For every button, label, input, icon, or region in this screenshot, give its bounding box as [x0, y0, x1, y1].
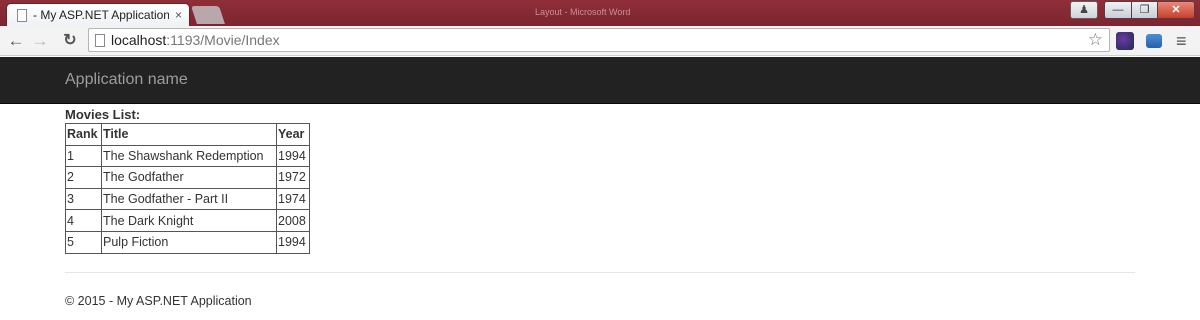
profile-icon[interactable]: ♟	[1070, 1, 1098, 19]
cell-title: The Dark Knight	[101, 209, 277, 232]
page-icon	[95, 33, 105, 47]
cell-year: 1994	[276, 144, 310, 168]
cell-year: 1994	[276, 230, 310, 254]
app-brand-link[interactable]: Application name	[65, 71, 188, 89]
cell-title: The Godfather	[101, 166, 277, 189]
cell-rank: 5	[65, 230, 102, 254]
column-header-title: Title	[101, 123, 277, 146]
url-host: localhost	[111, 32, 167, 48]
new-tab-button[interactable]	[191, 6, 225, 24]
back-arrow-icon[interactable]: ←	[6, 30, 26, 52]
bookmark-star-icon[interactable]: ☆	[1088, 30, 1103, 50]
reload-icon[interactable]: ↻	[60, 30, 80, 52]
browser-title-bar: - My ASP.NET Application × Layout - Micr…	[0, 0, 1200, 26]
url-path: :1193/Movie/Index	[166, 32, 280, 48]
cell-title: The Godfather - Part II	[101, 187, 277, 211]
cell-year: 1972	[276, 166, 310, 189]
close-tab-icon[interactable]: ×	[175, 8, 182, 22]
movies-table: Rank Title Year 1 The Shawshank Redempti…	[65, 123, 310, 254]
site-navbar: Application name	[0, 57, 1200, 104]
browser-tab[interactable]: - My ASP.NET Application ×	[6, 3, 190, 26]
table-header-row: Rank Title Year	[65, 123, 310, 146]
table-row: 5 Pulp Fiction 1994	[65, 230, 310, 254]
table-row: 2 The Godfather 1972	[65, 166, 310, 189]
cell-rank: 2	[65, 166, 102, 189]
table-row: 1 The Shawshank Redemption 1994	[65, 144, 310, 168]
footer-divider	[65, 272, 1135, 273]
close-window-button[interactable]: ✕	[1157, 1, 1195, 19]
column-header-year: Year	[276, 123, 310, 146]
main-content: Movies List: Rank Title Year 1 The Shaws…	[65, 106, 310, 254]
extension-icon[interactable]	[1146, 34, 1162, 48]
address-bar[interactable]: localhost :1193/Movie/Index ☆	[88, 28, 1110, 52]
forward-arrow-icon[interactable]: →	[30, 30, 50, 52]
window-title: Layout - Microsoft Word	[535, 7, 631, 17]
extension-icon[interactable]	[1116, 32, 1134, 50]
menu-icon[interactable]: ≡	[1176, 30, 1187, 52]
cell-year: 1974	[276, 187, 310, 211]
page-icon	[17, 8, 27, 22]
cell-rank: 3	[65, 187, 102, 211]
cell-rank: 4	[65, 209, 102, 232]
cell-year: 2008	[276, 209, 310, 232]
table-row: 4 The Dark Knight 2008	[65, 209, 310, 232]
movies-list-title: Movies List:	[65, 107, 141, 122]
column-header-rank: Rank	[65, 123, 102, 146]
minimize-button[interactable]: —	[1104, 1, 1132, 19]
maximize-button[interactable]: ❐	[1131, 1, 1158, 19]
footer-copyright: © 2015 - My ASP.NET Application	[65, 294, 252, 308]
cell-title: Pulp Fiction	[101, 230, 277, 254]
tab-title: - My ASP.NET Application	[33, 8, 169, 22]
browser-toolbar: ← → ↻ localhost :1193/Movie/Index ☆ ≡	[0, 26, 1200, 56]
cell-title: The Shawshank Redemption	[101, 144, 277, 168]
cell-rank: 1	[65, 144, 102, 168]
table-row: 3 The Godfather - Part II 1974	[65, 187, 310, 211]
